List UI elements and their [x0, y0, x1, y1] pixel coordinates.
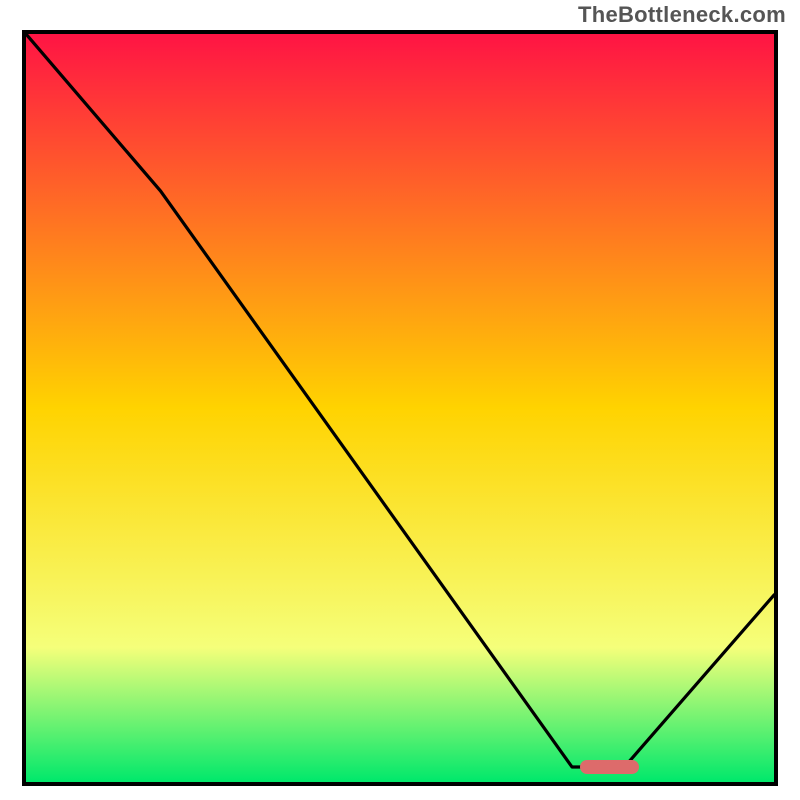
recommended-range-marker [580, 760, 640, 774]
chart-frame [22, 30, 778, 786]
chart-inner [26, 34, 774, 782]
watermark-text: TheBottleneck.com [578, 2, 786, 28]
chart-svg [26, 34, 774, 782]
chart-background [26, 34, 774, 782]
